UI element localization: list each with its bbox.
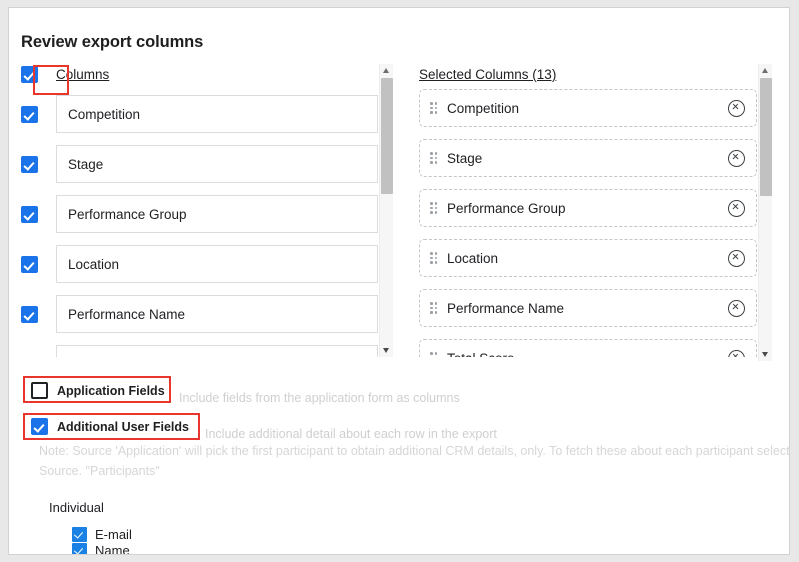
selected-column-name: Total Score — [447, 351, 728, 358]
available-columns-panel: Columns Competition Stage Performance Gr… — [21, 60, 403, 358]
selected-column-item[interactable]: Performance Group — [419, 189, 757, 227]
scrollbar-down-arrow-icon[interactable] — [380, 344, 393, 357]
column-name[interactable]: Performance Group — [56, 195, 378, 233]
remove-circle-icon[interactable] — [728, 149, 745, 167]
drag-handle-icon[interactable] — [430, 302, 438, 314]
crm-source-note: Note: Source 'Application' will pick the… — [39, 444, 790, 478]
selected-column-item[interactable]: Competition — [419, 89, 757, 127]
application-fields-label: Application Fields — [57, 383, 165, 398]
individual-field-label: E-mail — [95, 526, 132, 542]
panel-content: Review export columns Columns Competitio… — [9, 8, 789, 554]
individual-field-checkbox[interactable] — [72, 526, 87, 542]
selected-column-item[interactable]: Location — [419, 239, 757, 277]
additional-user-fields-row[interactable]: Additional User Fields — [31, 418, 189, 435]
select-all-columns-checkbox[interactable] — [21, 65, 38, 83]
available-column-row[interactable]: Stage — [21, 139, 403, 189]
individual-fields-list: E-mail Name — [72, 526, 372, 555]
remove-circle-icon[interactable] — [728, 199, 745, 217]
drag-handle-icon[interactable] — [430, 202, 438, 214]
column-name[interactable] — [56, 345, 378, 357]
column-checkbox[interactable] — [21, 255, 38, 273]
selected-column-name: Location — [447, 250, 499, 266]
select-all-columns-row[interactable]: Columns — [21, 60, 109, 88]
drag-handle-icon[interactable] — [430, 252, 438, 264]
column-name[interactable]: Competition — [56, 95, 378, 133]
selected-column-item[interactable]: Performance Name — [419, 289, 757, 327]
additional-user-fields-checkbox[interactable] — [31, 418, 48, 435]
column-name[interactable]: Location — [56, 245, 378, 283]
scrollbar-up-arrow-icon[interactable] — [380, 64, 393, 77]
remove-circle-icon[interactable] — [728, 299, 745, 317]
scrollbar-up-arrow-icon[interactable] — [759, 64, 772, 77]
selected-columns-scrollbar[interactable] — [758, 64, 772, 361]
available-column-row[interactable]: Performance Group — [21, 189, 403, 239]
individual-field-label: Name — [95, 542, 130, 555]
available-column-row[interactable] — [21, 339, 403, 357]
available-columns-header-label[interactable]: Columns — [56, 67, 109, 82]
available-column-row[interactable]: Competition — [21, 89, 403, 139]
column-checkbox[interactable] — [21, 155, 38, 173]
column-selection-area: Columns Competition Stage Performance Gr… — [9, 60, 789, 361]
column-name[interactable]: Stage — [56, 145, 378, 183]
selected-columns-list[interactable]: Competition Stage Performance Group Loca… — [415, 89, 779, 357]
remove-circle-icon[interactable] — [728, 349, 745, 357]
selected-column-item[interactable]: Stage — [419, 139, 757, 177]
selected-column-name: Stage — [447, 150, 483, 166]
application-fields-description: Include fields from the application form… — [179, 391, 460, 405]
scrollbar-thumb[interactable] — [760, 78, 772, 196]
drag-handle-icon[interactable] — [430, 102, 438, 114]
remove-circle-icon[interactable] — [728, 99, 745, 117]
selected-column-name: Performance Group — [447, 200, 566, 216]
individual-field-row[interactable]: E-mail — [72, 526, 372, 542]
export-columns-panel: Review export columns Columns Competitio… — [8, 7, 790, 555]
available-column-row[interactable]: Performance Name — [21, 289, 403, 339]
available-columns-list[interactable]: Competition Stage Performance Group Loca… — [21, 89, 403, 357]
selected-column-name: Competition — [447, 100, 520, 116]
application-fields-row[interactable]: Application Fields — [31, 382, 165, 399]
selected-column-name: Performance Name — [447, 300, 565, 316]
selected-columns-header-label[interactable]: Selected Columns (13) — [419, 60, 556, 88]
selected-column-item[interactable]: Total Score — [419, 339, 757, 357]
available-column-row[interactable]: Location — [21, 239, 403, 289]
additional-user-fields-description: Include additional detail about each row… — [205, 427, 497, 441]
column-checkbox[interactable] — [21, 305, 38, 323]
page-title: Review export columns — [21, 33, 204, 51]
available-columns-scrollbar[interactable] — [379, 64, 393, 357]
remove-circle-icon[interactable] — [728, 249, 745, 267]
drag-handle-icon[interactable] — [430, 352, 438, 357]
drag-handle-icon[interactable] — [430, 152, 438, 164]
application-fields-checkbox[interactable] — [31, 382, 48, 399]
selected-columns-panel: Selected Columns (13) Competition Stage … — [415, 60, 779, 361]
column-name[interactable]: Performance Name — [56, 295, 378, 333]
additional-user-fields-label: Additional User Fields — [57, 419, 189, 434]
individual-field-row[interactable]: Name — [72, 542, 372, 555]
scrollbar-down-arrow-icon[interactable] — [759, 348, 772, 361]
column-checkbox[interactable] — [21, 105, 38, 123]
individual-field-checkbox[interactable] — [72, 542, 87, 554]
individual-section-title: Individual — [49, 500, 104, 515]
scrollbar-thumb[interactable] — [381, 78, 393, 194]
column-checkbox[interactable] — [21, 205, 38, 223]
